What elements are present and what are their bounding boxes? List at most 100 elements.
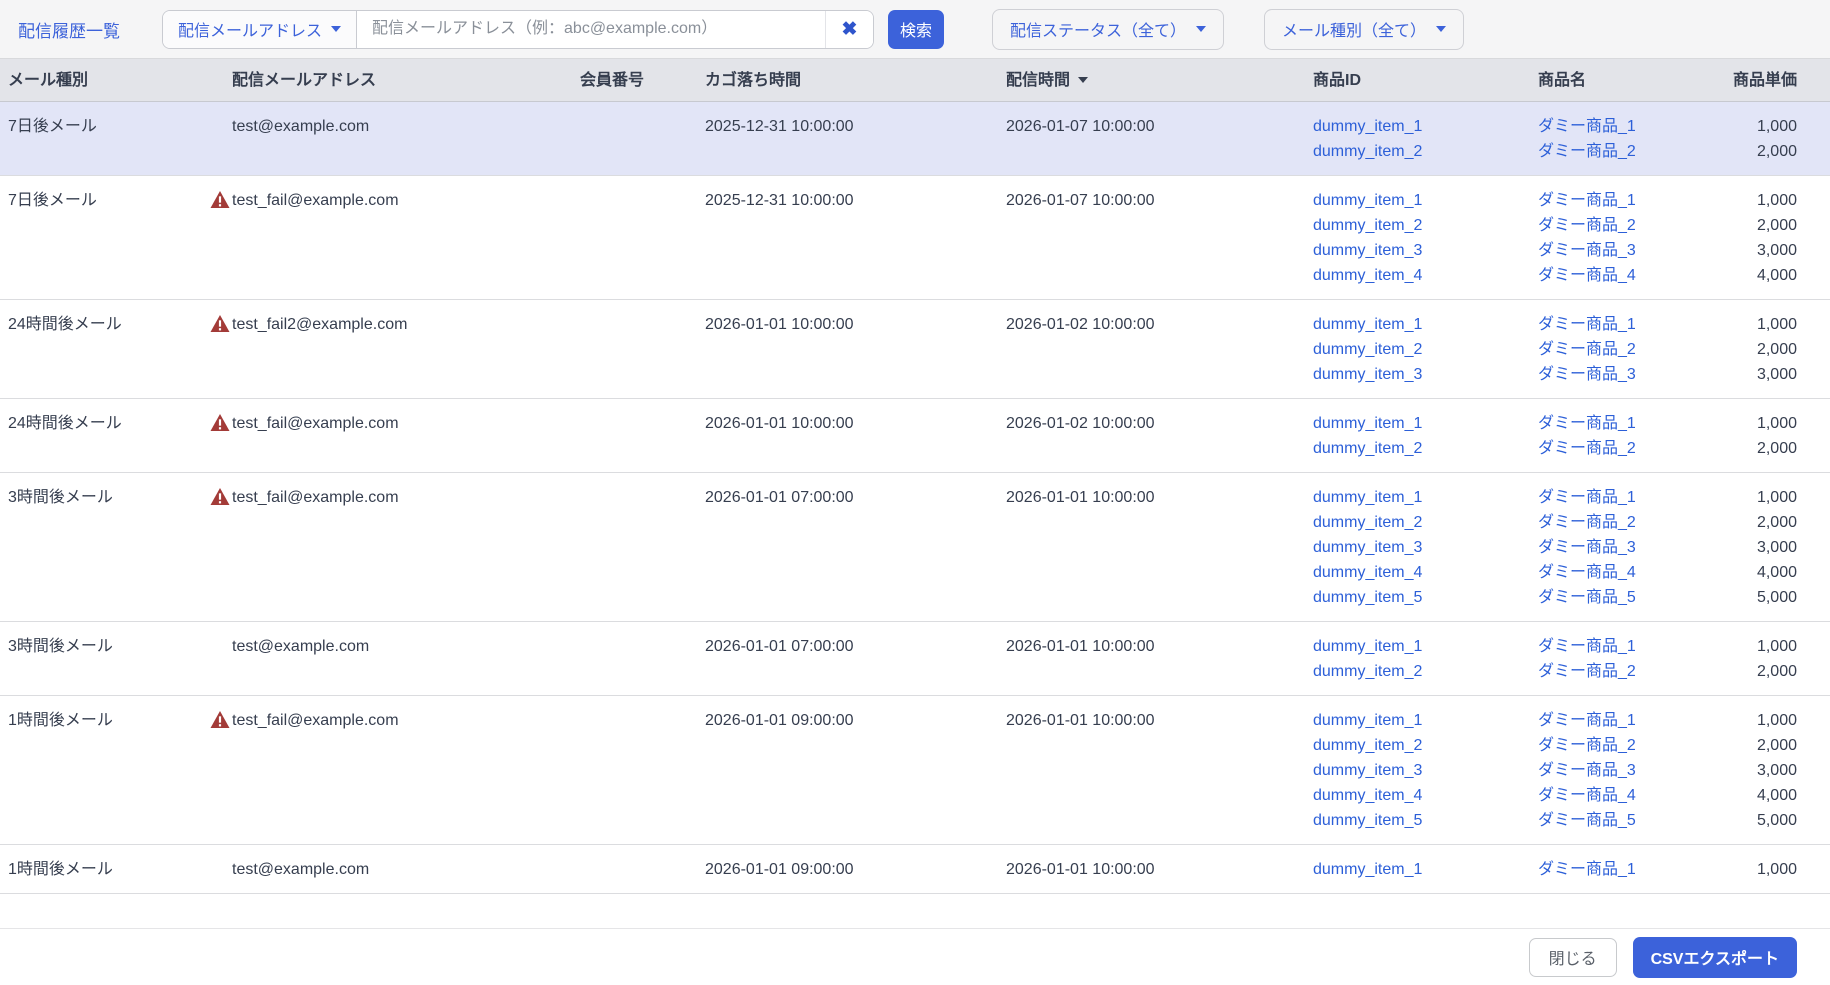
mail-type-cell: 24時間後メール <box>8 316 122 333</box>
item-id-link[interactable]: dummy_item_5 <box>1313 812 1422 829</box>
item-id-link[interactable]: dummy_item_3 <box>1313 366 1422 383</box>
item-name-link[interactable]: ダミー商品_4 <box>1538 787 1636 804</box>
item-name-link[interactable]: ダミー商品_1 <box>1538 415 1636 432</box>
item-name-link[interactable]: ダミー商品_5 <box>1538 812 1636 829</box>
column-header-mail-type: メール種別 <box>8 72 89 89</box>
search-field-selector[interactable]: 配信メールアドレス <box>163 10 358 48</box>
item-name-link[interactable]: ダミー商品_1 <box>1538 118 1636 135</box>
item-id-link[interactable]: dummy_item_2 <box>1313 341 1422 358</box>
item-price-cell: 1,000 2,000 3,000 4,000 5,000 <box>1703 696 1830 844</box>
table-row[interactable]: 24時間後メール test_fail2@example.com 2026-01-… <box>0 300 1830 399</box>
item-id-link[interactable]: dummy_item_1 <box>1313 118 1422 135</box>
page-title[interactable]: 配信履歴一覧 <box>18 17 120 42</box>
email-cell: test@example.com <box>202 622 572 695</box>
item-name-link[interactable]: ダミー商品_4 <box>1538 564 1636 581</box>
table-row[interactable]: 3時間後メール test@example.com 2026-01-01 07:0… <box>0 622 1830 696</box>
item-price-value: 1,000 <box>1756 316 1797 333</box>
delivery-history-table: メール種別 配信メールアドレス 会員番号 カゴ落ち時間 配信時間 商品ID 商品… <box>0 59 1830 894</box>
column-header-item-id: 商品ID <box>1313 72 1362 89</box>
item-price-value: 4,000 <box>1756 787 1797 804</box>
item-name-link[interactable]: ダミー商品_2 <box>1538 217 1636 234</box>
search-input[interactable] <box>357 10 826 48</box>
table-row[interactable]: 1時間後メール test_fail@example.com 2026-01-01… <box>0 696 1830 845</box>
item-price-value: 3,000 <box>1756 242 1797 259</box>
table-row[interactable]: 7日後メール test@example.com 2025-12-31 10:00… <box>0 102 1830 176</box>
item-id-link[interactable]: dummy_item_1 <box>1313 712 1422 729</box>
item-name-cell: ダミー商品_1 ダミー商品_2 <box>1530 622 1703 695</box>
item-price-value: 2,000 <box>1756 341 1797 358</box>
delivery-failed-icon <box>210 711 230 728</box>
close-button[interactable]: 閉じる <box>1528 937 1617 977</box>
item-name-link[interactable]: ダミー商品_3 <box>1538 366 1636 383</box>
item-id-link[interactable]: dummy_item_5 <box>1313 589 1422 606</box>
member-number-cell <box>572 176 697 299</box>
csv-export-button[interactable]: CSVエクスポート <box>1632 936 1797 978</box>
item-name-link[interactable]: ダミー商品_1 <box>1538 712 1636 729</box>
item-id-link[interactable]: dummy_item_4 <box>1313 564 1422 581</box>
item-name-link[interactable]: ダミー商品_5 <box>1538 589 1636 606</box>
item-name-link[interactable]: ダミー商品_3 <box>1538 539 1636 556</box>
item-name-link[interactable]: ダミー商品_1 <box>1538 489 1636 506</box>
item-name-link[interactable]: ダミー商品_4 <box>1538 267 1636 284</box>
item-name-link[interactable]: ダミー商品_3 <box>1538 762 1636 779</box>
item-id-link[interactable]: dummy_item_1 <box>1313 415 1422 432</box>
table-row[interactable]: 24時間後メール test_fail@example.com 2026-01-0… <box>0 399 1830 473</box>
table-row[interactable]: 3時間後メール test_fail@example.com 2026-01-01… <box>0 473 1830 622</box>
delivery-failed-icon <box>210 488 230 505</box>
item-id-link[interactable]: dummy_item_2 <box>1313 440 1422 457</box>
item-id-link[interactable]: dummy_item_1 <box>1313 638 1422 655</box>
item-id-cell: dummy_item_1 dummy_item_2 dummy_item_3dumm… <box>1305 473 1530 621</box>
item-id-link[interactable]: dummy_item_4 <box>1313 267 1422 284</box>
item-id-cell: dummy_item_1 dummy_item_2 <box>1305 102 1530 175</box>
item-id-link[interactable]: dummy_item_2 <box>1313 217 1422 234</box>
item-name-link[interactable]: ダミー商品_2 <box>1538 341 1636 358</box>
item-name-link[interactable]: ダミー商品_1 <box>1538 861 1636 878</box>
delivery-failed-icon <box>210 315 230 332</box>
status-filter-dropdown[interactable]: 配信ステータス（全て） <box>992 8 1225 50</box>
item-price-value: 2,000 <box>1756 143 1797 160</box>
mail-type-cell: 24時間後メール <box>8 415 122 432</box>
item-name-link[interactable]: ダミー商品_2 <box>1538 663 1636 680</box>
table-row[interactable]: 1時間後メール test@example.com 2026-01-01 09:0… <box>0 845 1830 894</box>
table-row[interactable]: 7日後メール test_fail@example.com 2025-12-31 … <box>0 176 1830 300</box>
mailtype-filter-dropdown[interactable]: メール種別（全て） <box>1264 8 1465 50</box>
item-id-link[interactable]: dummy_item_1 <box>1313 316 1422 333</box>
search-button[interactable]: 検索 <box>888 9 945 49</box>
item-id-link[interactable]: dummy_item_2 <box>1313 514 1422 531</box>
item-name-link[interactable]: ダミー商品_2 <box>1538 440 1636 457</box>
column-header-cart-abandon-time: カゴ落ち時間 <box>705 72 802 89</box>
item-name-link[interactable]: ダミー商品_2 <box>1538 514 1636 531</box>
item-id-link[interactable]: dummy_item_3 <box>1313 539 1422 556</box>
email-text: test@example.com <box>232 638 370 655</box>
column-header-delivery-time[interactable]: 配信時間 <box>998 59 1305 101</box>
delivery-time-cell: 2026-01-01 10:00:00 <box>1006 489 1155 506</box>
item-price-value: 3,000 <box>1756 762 1797 779</box>
item-id-link[interactable]: dummy_item_3 <box>1313 762 1422 779</box>
item-price-value: 1,000 <box>1756 118 1797 135</box>
item-name-link[interactable]: ダミー商品_2 <box>1538 737 1636 754</box>
email-cell: test_fail@example.com <box>202 176 572 299</box>
clear-search-button[interactable]: ✖ <box>825 10 874 48</box>
item-name-link[interactable]: ダミー商品_3 <box>1538 242 1636 259</box>
item-price-cell: 1,000 2,000 <box>1703 399 1830 472</box>
item-price-value: 1,000 <box>1756 489 1797 506</box>
cart-abandon-time-cell: 2025-12-31 10:00:00 <box>705 192 854 209</box>
caret-down-icon <box>1436 26 1447 32</box>
item-id-link[interactable]: dummy_item_2 <box>1313 143 1422 160</box>
item-name-link[interactable]: ダミー商品_2 <box>1538 143 1636 160</box>
email-text: test@example.com <box>232 118 370 135</box>
item-price-value: 1,000 <box>1756 415 1797 432</box>
item-id-link[interactable]: dummy_item_3 <box>1313 242 1422 259</box>
item-name-link[interactable]: ダミー商品_1 <box>1538 316 1636 333</box>
item-id-link[interactable]: dummy_item_1 <box>1313 861 1422 878</box>
delivery-failed-icon <box>210 414 230 431</box>
item-id-link[interactable]: dummy_item_4 <box>1313 787 1422 804</box>
item-name-link[interactable]: ダミー商品_1 <box>1538 638 1636 655</box>
item-name-link[interactable]: ダミー商品_1 <box>1538 192 1636 209</box>
item-id-link[interactable]: dummy_item_1 <box>1313 192 1422 209</box>
item-id-link[interactable]: dummy_item_1 <box>1313 489 1422 506</box>
item-id-link[interactable]: dummy_item_2 <box>1313 737 1422 754</box>
search-group: 配信メールアドレス ✖ <box>162 9 875 49</box>
item-price-value: 1,000 <box>1756 861 1797 878</box>
item-id-link[interactable]: dummy_item_2 <box>1313 663 1422 680</box>
